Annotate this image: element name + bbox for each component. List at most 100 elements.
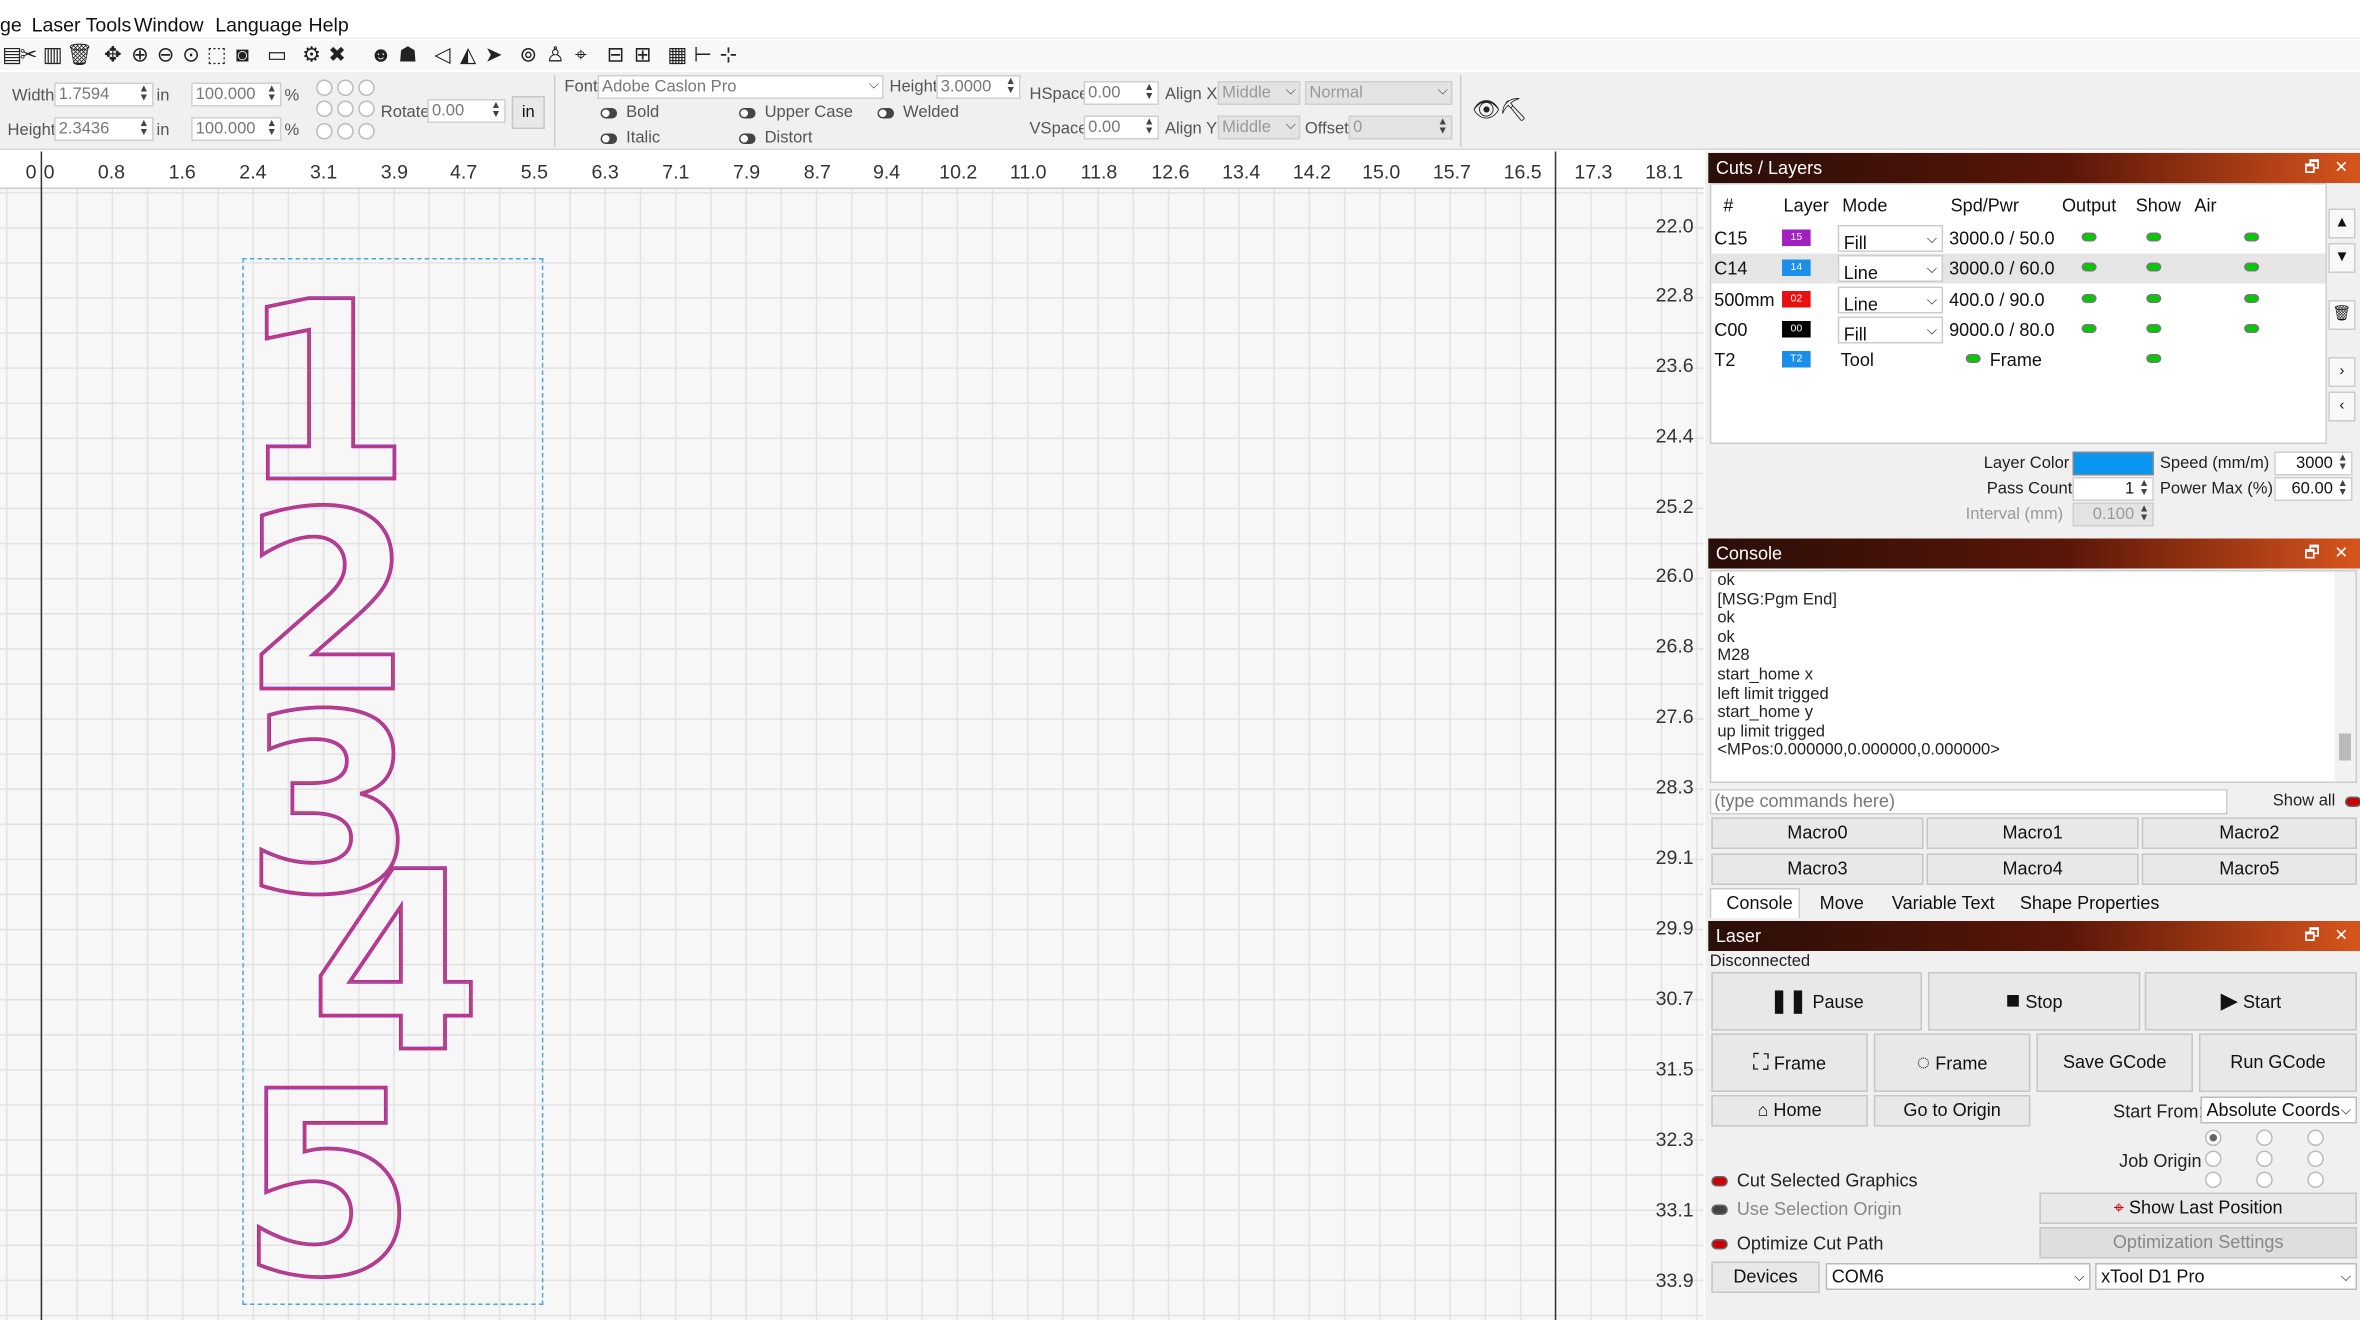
anchor-radio[interactable]	[337, 79, 354, 96]
frame-rect-button[interactable]: ⛶ Frame	[1711, 1033, 1868, 1092]
use-selection-origin-toggle[interactable]: Use Selection Origin	[1711, 1199, 1902, 1220]
save-gcode-button[interactable]: Save GCode	[2036, 1033, 2193, 1092]
show-toggle[interactable]	[2146, 294, 2162, 303]
align-x-select[interactable]: Middle ⌵	[1217, 81, 1301, 105]
restore-icon[interactable]: 🗗	[2304, 153, 2320, 183]
target-icon[interactable]: ⊚	[516, 42, 540, 66]
anchor-radio[interactable]	[337, 123, 354, 140]
macro3-button[interactable]: Macro3	[1711, 853, 1924, 885]
start-from-select[interactable]: Absolute Coords ⌵	[2200, 1096, 2357, 1124]
optimize-cut-path-toggle[interactable]: Optimize Cut Path	[1711, 1233, 1883, 1254]
group-icon[interactable]: ▦	[665, 42, 689, 66]
cut-selected-toggle[interactable]: Cut Selected Graphics	[1711, 1170, 1918, 1191]
job-origin-radio[interactable]	[2307, 1171, 2324, 1188]
restore-icon[interactable]: 🗗	[2304, 921, 2320, 951]
job-origin-radio[interactable]	[2256, 1129, 2273, 1146]
menu-laser-tools[interactable]: Laser Tools	[32, 14, 132, 37]
tab-shape-properties[interactable]: Shape Properties	[2020, 890, 2160, 917]
text-mode-select[interactable]: Normal ⌵	[1304, 81, 1453, 105]
show-toggle[interactable]	[2146, 324, 2162, 333]
delete-icon[interactable]: 🗑	[66, 42, 93, 66]
move-up-button[interactable]: ▲	[2328, 208, 2356, 239]
move-icon[interactable]: ✥	[101, 42, 125, 66]
user-icon[interactable]: ☗	[396, 42, 420, 66]
layer-swatch[interactable]: 14	[1782, 259, 1811, 276]
mode-select[interactable]: Fill ⌵	[1837, 316, 1944, 345]
menu-window[interactable]: Window	[134, 14, 204, 37]
home-button[interactable]: ⌂ Home	[1711, 1095, 1868, 1127]
menu-image[interactable]: ge	[0, 14, 22, 37]
macro4-button[interactable]: Macro4	[1926, 853, 2139, 885]
show-toggle[interactable]	[2146, 354, 2162, 363]
layer-swatch[interactable]: 00	[1782, 321, 1811, 338]
mode-select[interactable]: Line ⌵	[1837, 286, 1944, 315]
show-toggle[interactable]	[2146, 232, 2162, 242]
layer-swatch[interactable]: 02	[1782, 291, 1811, 308]
machine-select[interactable]: xTool D1 Pro ⌵	[2095, 1263, 2357, 1290]
command-input[interactable]: (type commands here)	[1709, 789, 2228, 815]
mode-select[interactable]: Line ⌵	[1837, 255, 1944, 284]
layer-swatch[interactable]: 15	[1782, 229, 1811, 246]
monitor-icon[interactable]: ▭	[265, 42, 289, 66]
interval-input[interactable]: 0.100 ▲ ▼	[2072, 502, 2154, 527]
port-select[interactable]: COM6 ⌵	[1825, 1263, 2091, 1290]
move-down-button[interactable]: ▼	[2328, 243, 2356, 273]
anchor-radio[interactable]	[316, 100, 333, 117]
layer-row[interactable]: 500mm 02 Line ⌵ 400.0 / 90.0	[1711, 285, 2325, 315]
close-icon[interactable]: ✕	[2334, 153, 2348, 183]
restore-icon[interactable]: 🗗	[2304, 539, 2320, 569]
welded-toggle[interactable]: Welded	[877, 104, 959, 122]
font-height-input[interactable]: 3.0000 ▲ ▼	[936, 75, 1021, 99]
stop-button[interactable]: ■ Stop	[1928, 972, 2141, 1031]
anchor-radio[interactable]	[358, 100, 375, 117]
width-input[interactable]: 1.7594 ▲ ▼	[54, 82, 154, 107]
width-percent-input[interactable]: 100.000 ▲ ▼	[191, 82, 282, 107]
go-to-origin-button[interactable]: Go to Origin	[1873, 1095, 2031, 1127]
zoom-out-icon[interactable]: ⊖	[154, 42, 178, 66]
output-toggle[interactable]	[2081, 324, 2097, 333]
macro5-button[interactable]: Macro5	[2141, 853, 2357, 885]
dock-icon[interactable]: ⊢	[691, 42, 715, 66]
distribute-icon[interactable]: ⊞	[631, 42, 655, 66]
pause-button[interactable]: ❚❚ Pause	[1711, 972, 1923, 1031]
air-toggle[interactable]	[2244, 294, 2260, 303]
rotate-input[interactable]: 0.00 ▲ ▼	[427, 99, 506, 123]
job-origin-radio[interactable]	[2307, 1150, 2324, 1167]
unit-toggle-button[interactable]: in	[511, 96, 545, 129]
show-toggle[interactable]	[2146, 262, 2162, 272]
optimization-settings-button[interactable]: Optimization Settings	[2039, 1227, 2357, 1259]
job-origin-radio[interactable]	[2204, 1150, 2222, 1167]
anchor-radio[interactable]	[337, 100, 354, 117]
tab-move[interactable]: Move	[1820, 890, 1864, 917]
bold-toggle[interactable]: Bold	[600, 104, 659, 122]
output-toggle[interactable]	[2081, 262, 2097, 272]
send-icon[interactable]: ➤	[482, 42, 506, 66]
speed-input[interactable]: 3000 ▲ ▼	[2274, 451, 2353, 476]
mirror-h-icon[interactable]: ◁	[430, 42, 454, 66]
air-toggle[interactable]	[2244, 262, 2260, 272]
mirror-v-icon[interactable]: ◭	[456, 42, 480, 66]
design-canvas[interactable]: 1 1 1 2 2 2 3 3 3 4 4 4 5 5 5	[0, 189, 1704, 1320]
italic-toggle[interactable]: Italic	[600, 129, 660, 147]
measure-icon[interactable]: ⌖	[569, 42, 593, 66]
height-input[interactable]: 2.3436 ▲ ▼	[54, 117, 154, 141]
tab-variable-text[interactable]: Variable Text	[1892, 890, 1995, 917]
console-output[interactable]: ok [MSG:Pgm End] ok ok M28 start_home x …	[1709, 570, 2357, 783]
job-origin-radio[interactable]	[2256, 1171, 2273, 1188]
tools-icon[interactable]: ✖	[325, 42, 349, 66]
distort-toggle[interactable]: Distort	[739, 129, 812, 147]
font-select[interactable]: Adobe Caslon Pro ⌵	[597, 75, 884, 99]
preview-icon[interactable]: 👁	[1472, 98, 1501, 123]
air-toggle[interactable]	[2244, 232, 2260, 242]
power-max-input[interactable]: 60.00 ▲ ▼	[2274, 477, 2353, 501]
macro2-button[interactable]: Macro2	[2141, 817, 2357, 849]
offset-input[interactable]: 0 ▲ ▼	[1348, 115, 1453, 140]
select-rect-icon[interactable]: ⬚	[205, 42, 229, 66]
start-button[interactable]: ▶ Start	[2144, 972, 2357, 1031]
cut-icon[interactable]: ✂	[17, 42, 41, 66]
layer-row[interactable]: C00 00 Fill ⌵ 9000.0 / 80.0	[1711, 315, 2325, 345]
origin-icon[interactable]: ♙	[543, 42, 567, 66]
align-icon[interactable]: ⊟	[604, 42, 628, 66]
devices-button[interactable]: Devices	[1711, 1261, 1820, 1293]
job-origin-radio[interactable]	[2204, 1171, 2222, 1188]
